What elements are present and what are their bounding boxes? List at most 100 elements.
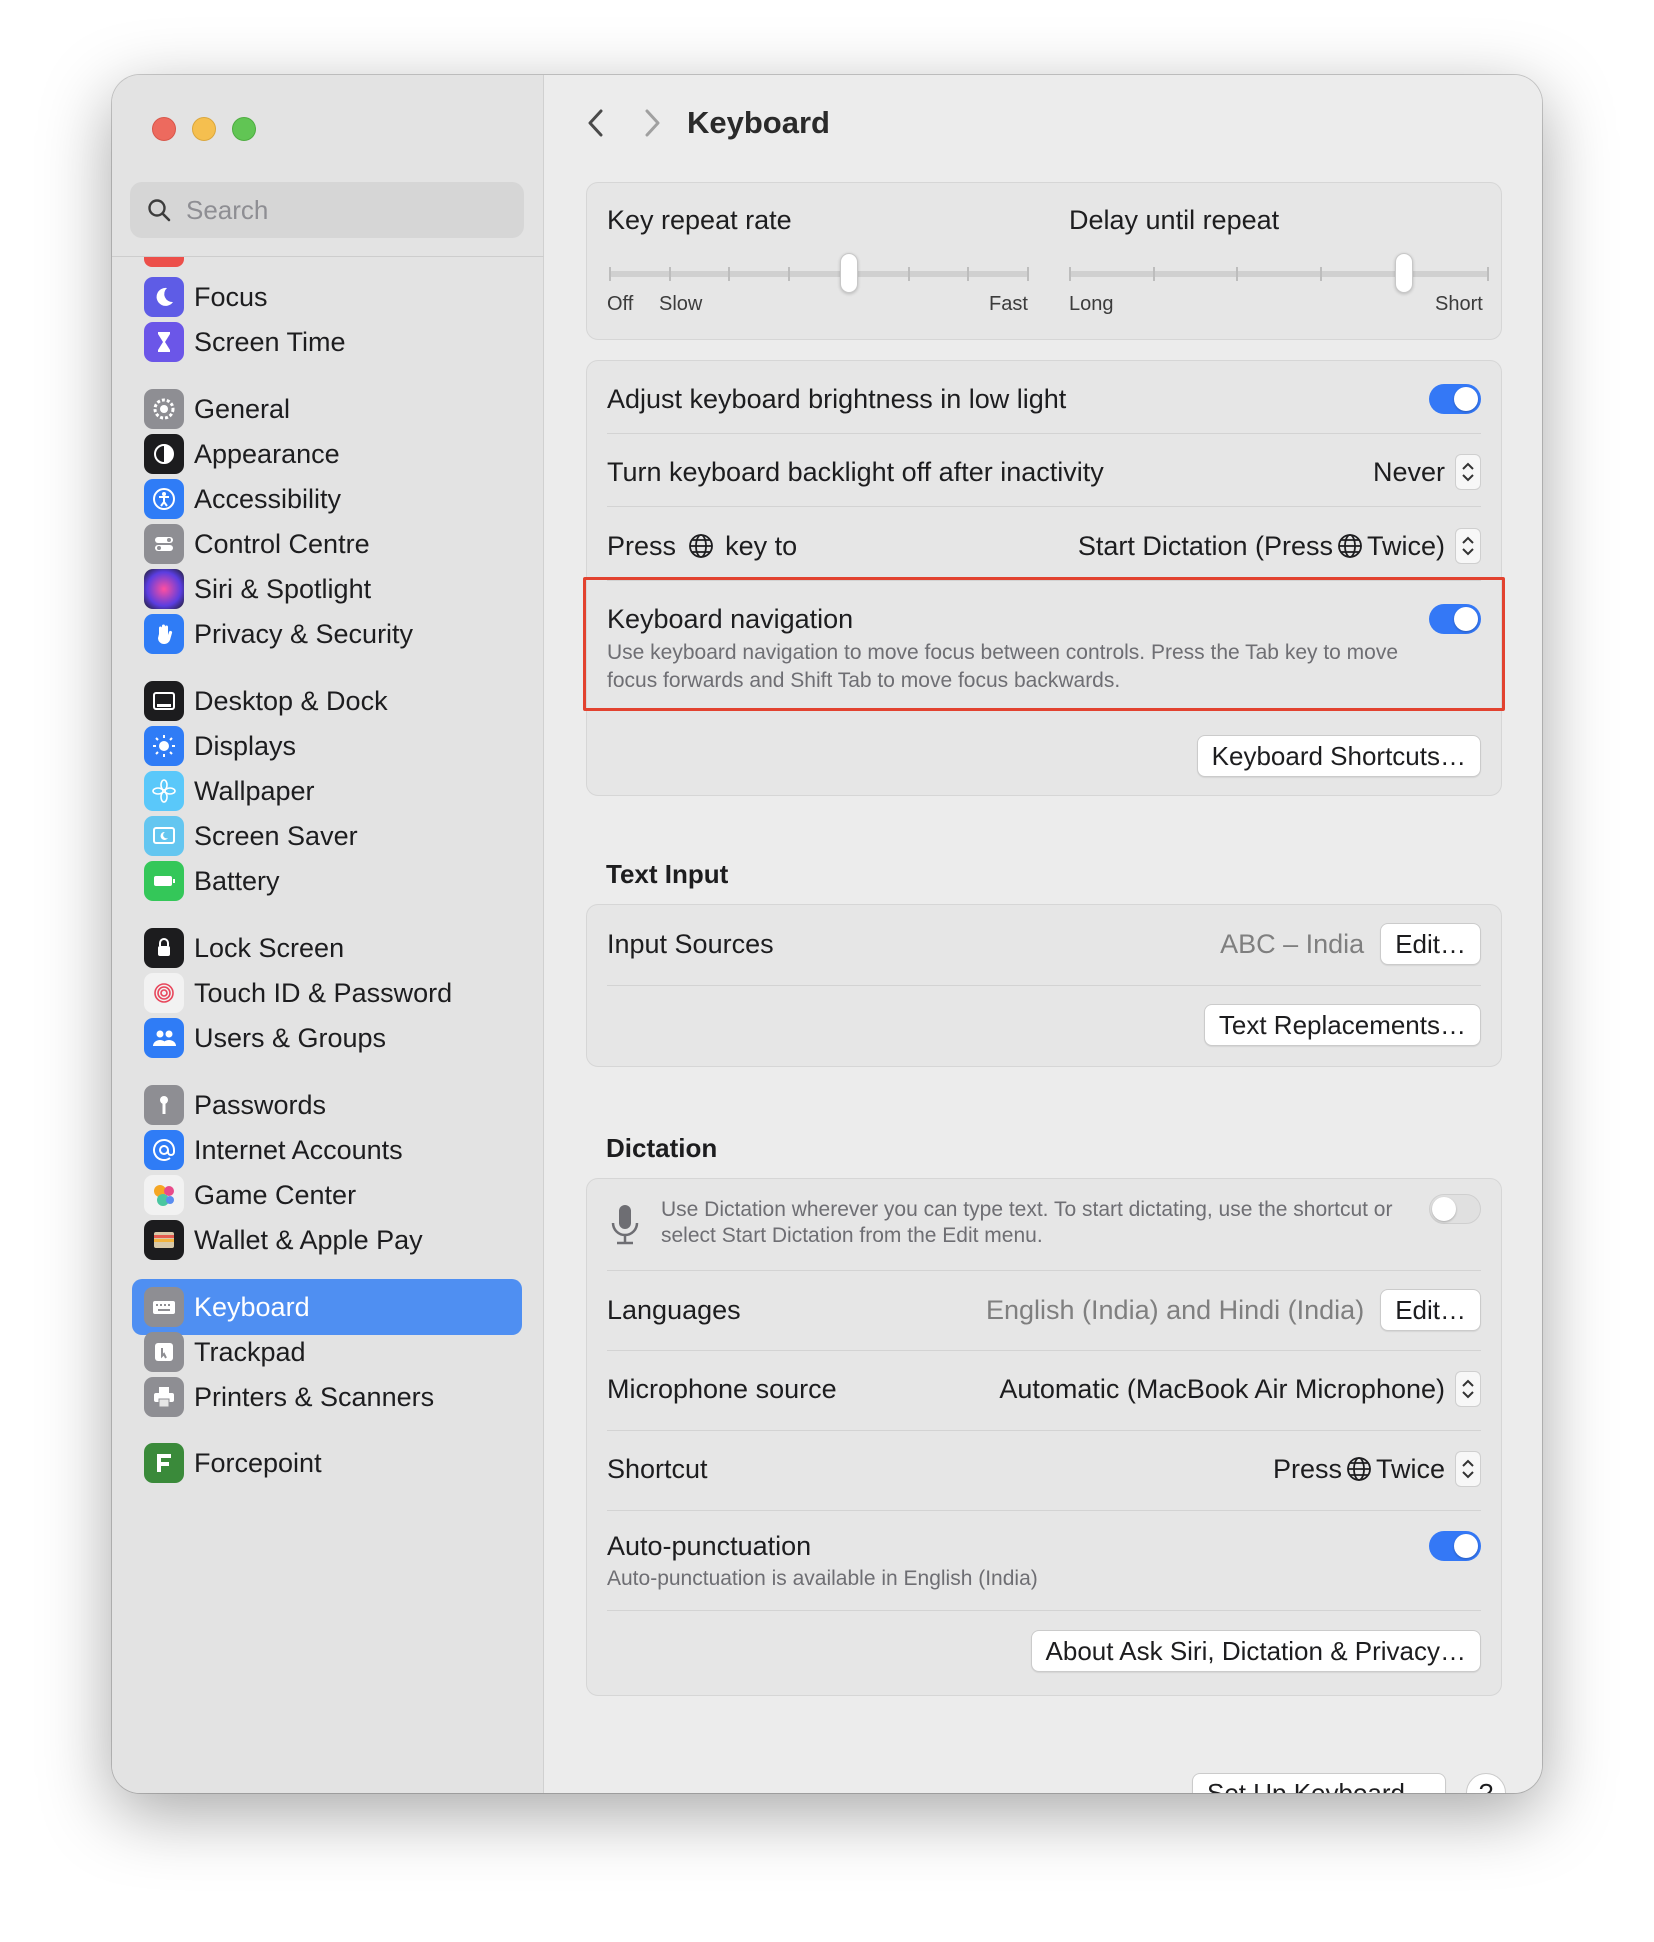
key-repeat-slider[interactable] [609,253,1029,293]
search-input[interactable]: Search [130,182,524,238]
text-replacements-button[interactable]: Text Replacements… [1203,1004,1481,1046]
divider [607,580,1481,581]
sidebar-item-privacy[interactable]: Privacy & Security [132,606,522,662]
backlight-off-label: Turn keyboard backlight off after inacti… [607,456,1104,487]
delay-repeat-slider[interactable] [1069,253,1489,293]
sidebar-item-label: Forcepoint [194,1447,322,1478]
sidebar-item-label: Screen Saver [194,820,358,851]
sidebar-item-label: Internet Accounts [194,1134,403,1165]
slider-tick [1027,267,1029,281]
backlight-off-popup[interactable]: Never [1373,454,1481,490]
sidebar-item-printers[interactable]: Printers & Scanners [132,1369,522,1425]
slider-tick [967,267,970,281]
keyboard-settings-card: Adjust keyboard brightness in low light … [586,360,1502,796]
key-icon [144,1085,184,1125]
auto-punctuation-row: Auto-punctuation [607,1524,1481,1568]
help-button[interactable]: ? [1466,1773,1506,1793]
updown-chevron-icon [1455,1371,1481,1407]
shortcut-row: Shortcut Press Twice [607,1444,1481,1494]
sidebar-item-forcepoint[interactable]: Forcepoint [132,1435,522,1491]
microphone-icon [605,1201,645,1249]
input-sources-edit-button[interactable]: Edit… [1380,923,1481,965]
sidebar-item-label: Desktop & Dock [194,685,388,716]
moon-icon [144,277,184,317]
languages-edit-button[interactable]: Edit… [1380,1289,1481,1331]
zoom-window-button[interactable] [232,117,256,141]
sidebar-item-label: Game Center [194,1179,357,1210]
text-input-heading: Text Input [606,859,729,889]
sidebar-item-label: Displays [194,730,297,761]
sidebar: Search Focus Screen Time General Appeara… [112,75,544,1793]
auto-punctuation-description: Auto-punctuation is available in English… [607,1567,1038,1590]
sidebar-item-label: Trackpad [194,1336,306,1367]
divider [607,985,1481,986]
divider [607,1270,1481,1271]
input-sources-row: Input Sources ABC – India Edit… [607,919,1481,969]
languages-label: Languages [607,1294,741,1325]
shortcut-label: Shortcut [607,1453,708,1484]
minimize-window-button[interactable] [192,117,216,141]
keyboard-icon [144,1287,184,1327]
slider-tick [1319,267,1322,281]
adjust-brightness-toggle[interactable] [1429,384,1481,414]
delay-repeat-knob[interactable] [1395,253,1414,293]
settings-window: Search Focus Screen Time General Appeara… [112,75,1542,1793]
updown-chevron-icon [1455,528,1481,564]
shortcut-popup[interactable]: Press Twice [1273,1451,1481,1487]
hourglass-icon [144,322,184,362]
sidebar-item-screen-time[interactable]: Screen Time [132,314,522,370]
chevron-left-icon [588,109,603,137]
forward-button[interactable] [638,103,668,143]
close-window-button[interactable] [152,117,176,141]
key-repeat-fast-label: Fast [989,293,1028,315]
sidebar-item-label: General [194,393,291,424]
forcepoint-icon [144,1443,184,1483]
press-key-value-post: Twice) [1366,530,1445,561]
dictation-toggle[interactable] [1429,1194,1481,1224]
press-key-popup[interactable]: Start Dictation (Press Twice) [1078,528,1481,564]
input-sources-value: ABC – India [1220,928,1365,959]
back-button[interactable] [580,103,610,143]
sidebar-item-label: Accessibility [194,483,342,514]
set-up-keyboard-button[interactable]: Set Up Keyboard… [1191,1773,1446,1793]
sidebar-item-label: Battery [194,865,280,896]
key-repeat-knob[interactable] [839,253,858,293]
about-dictation-privacy-button[interactable]: About Ask Siri, Dictation & Privacy… [1030,1630,1481,1672]
hand-icon [144,614,184,654]
auto-punctuation-toggle[interactable] [1429,1531,1481,1561]
keyboard-navigation-toggle[interactable] [1429,604,1481,634]
adjust-brightness-row: Adjust keyboard brightness in low light [607,377,1481,421]
slider-tick [1152,267,1155,281]
keyboard-shortcuts-button[interactable]: Keyboard Shortcuts… [1196,735,1481,777]
sun-icon [144,726,184,766]
adjust-brightness-label: Adjust keyboard brightness in low light [607,383,1067,414]
sidebar-item-battery[interactable]: Battery [132,853,522,909]
trackpad-icon [144,1332,184,1372]
press-key-value-pre: Start Dictation (Press [1077,530,1333,561]
delay-long-label: Long [1069,293,1114,315]
sidebar-item-label: Lock Screen [194,932,345,963]
press-key-label: Press key to [607,531,797,562]
slider-tick [1236,267,1239,281]
text-replacements-wrap: Text Replacements… [1203,1004,1481,1046]
dock-icon [144,681,184,721]
microphone-popup[interactable]: Automatic (MacBook Air Microphone) [999,1371,1481,1407]
sidebar-item-wallet[interactable]: Wallet & Apple Pay [132,1212,522,1268]
sidebar-item-label: Privacy & Security [194,618,414,649]
page-title: Keyboard [687,105,830,140]
users-icon [144,1018,184,1058]
appearance-icon [144,434,184,474]
sidebar-item-users-groups[interactable]: Users & Groups [132,1010,522,1066]
text-input-card: Input Sources ABC – India Edit… Text Rep… [586,904,1502,1067]
game-center-icon [144,1175,184,1215]
sidebar-item-label: Users & Groups [194,1022,387,1053]
search-placeholder: Search [186,194,269,225]
globe-icon [688,533,713,558]
slider-tick [1069,267,1071,281]
keyboard-shortcuts-button-wrap: Keyboard Shortcuts… [1196,735,1481,777]
auto-punctuation-label: Auto-punctuation [607,1530,812,1561]
dictation-card: Use Dictation wherever you can type text… [586,1178,1502,1696]
sidebar-item-label: Touch ID & Password [194,977,453,1008]
shortcut-value-pre: Press [1272,1453,1342,1484]
window-controls [152,117,256,141]
